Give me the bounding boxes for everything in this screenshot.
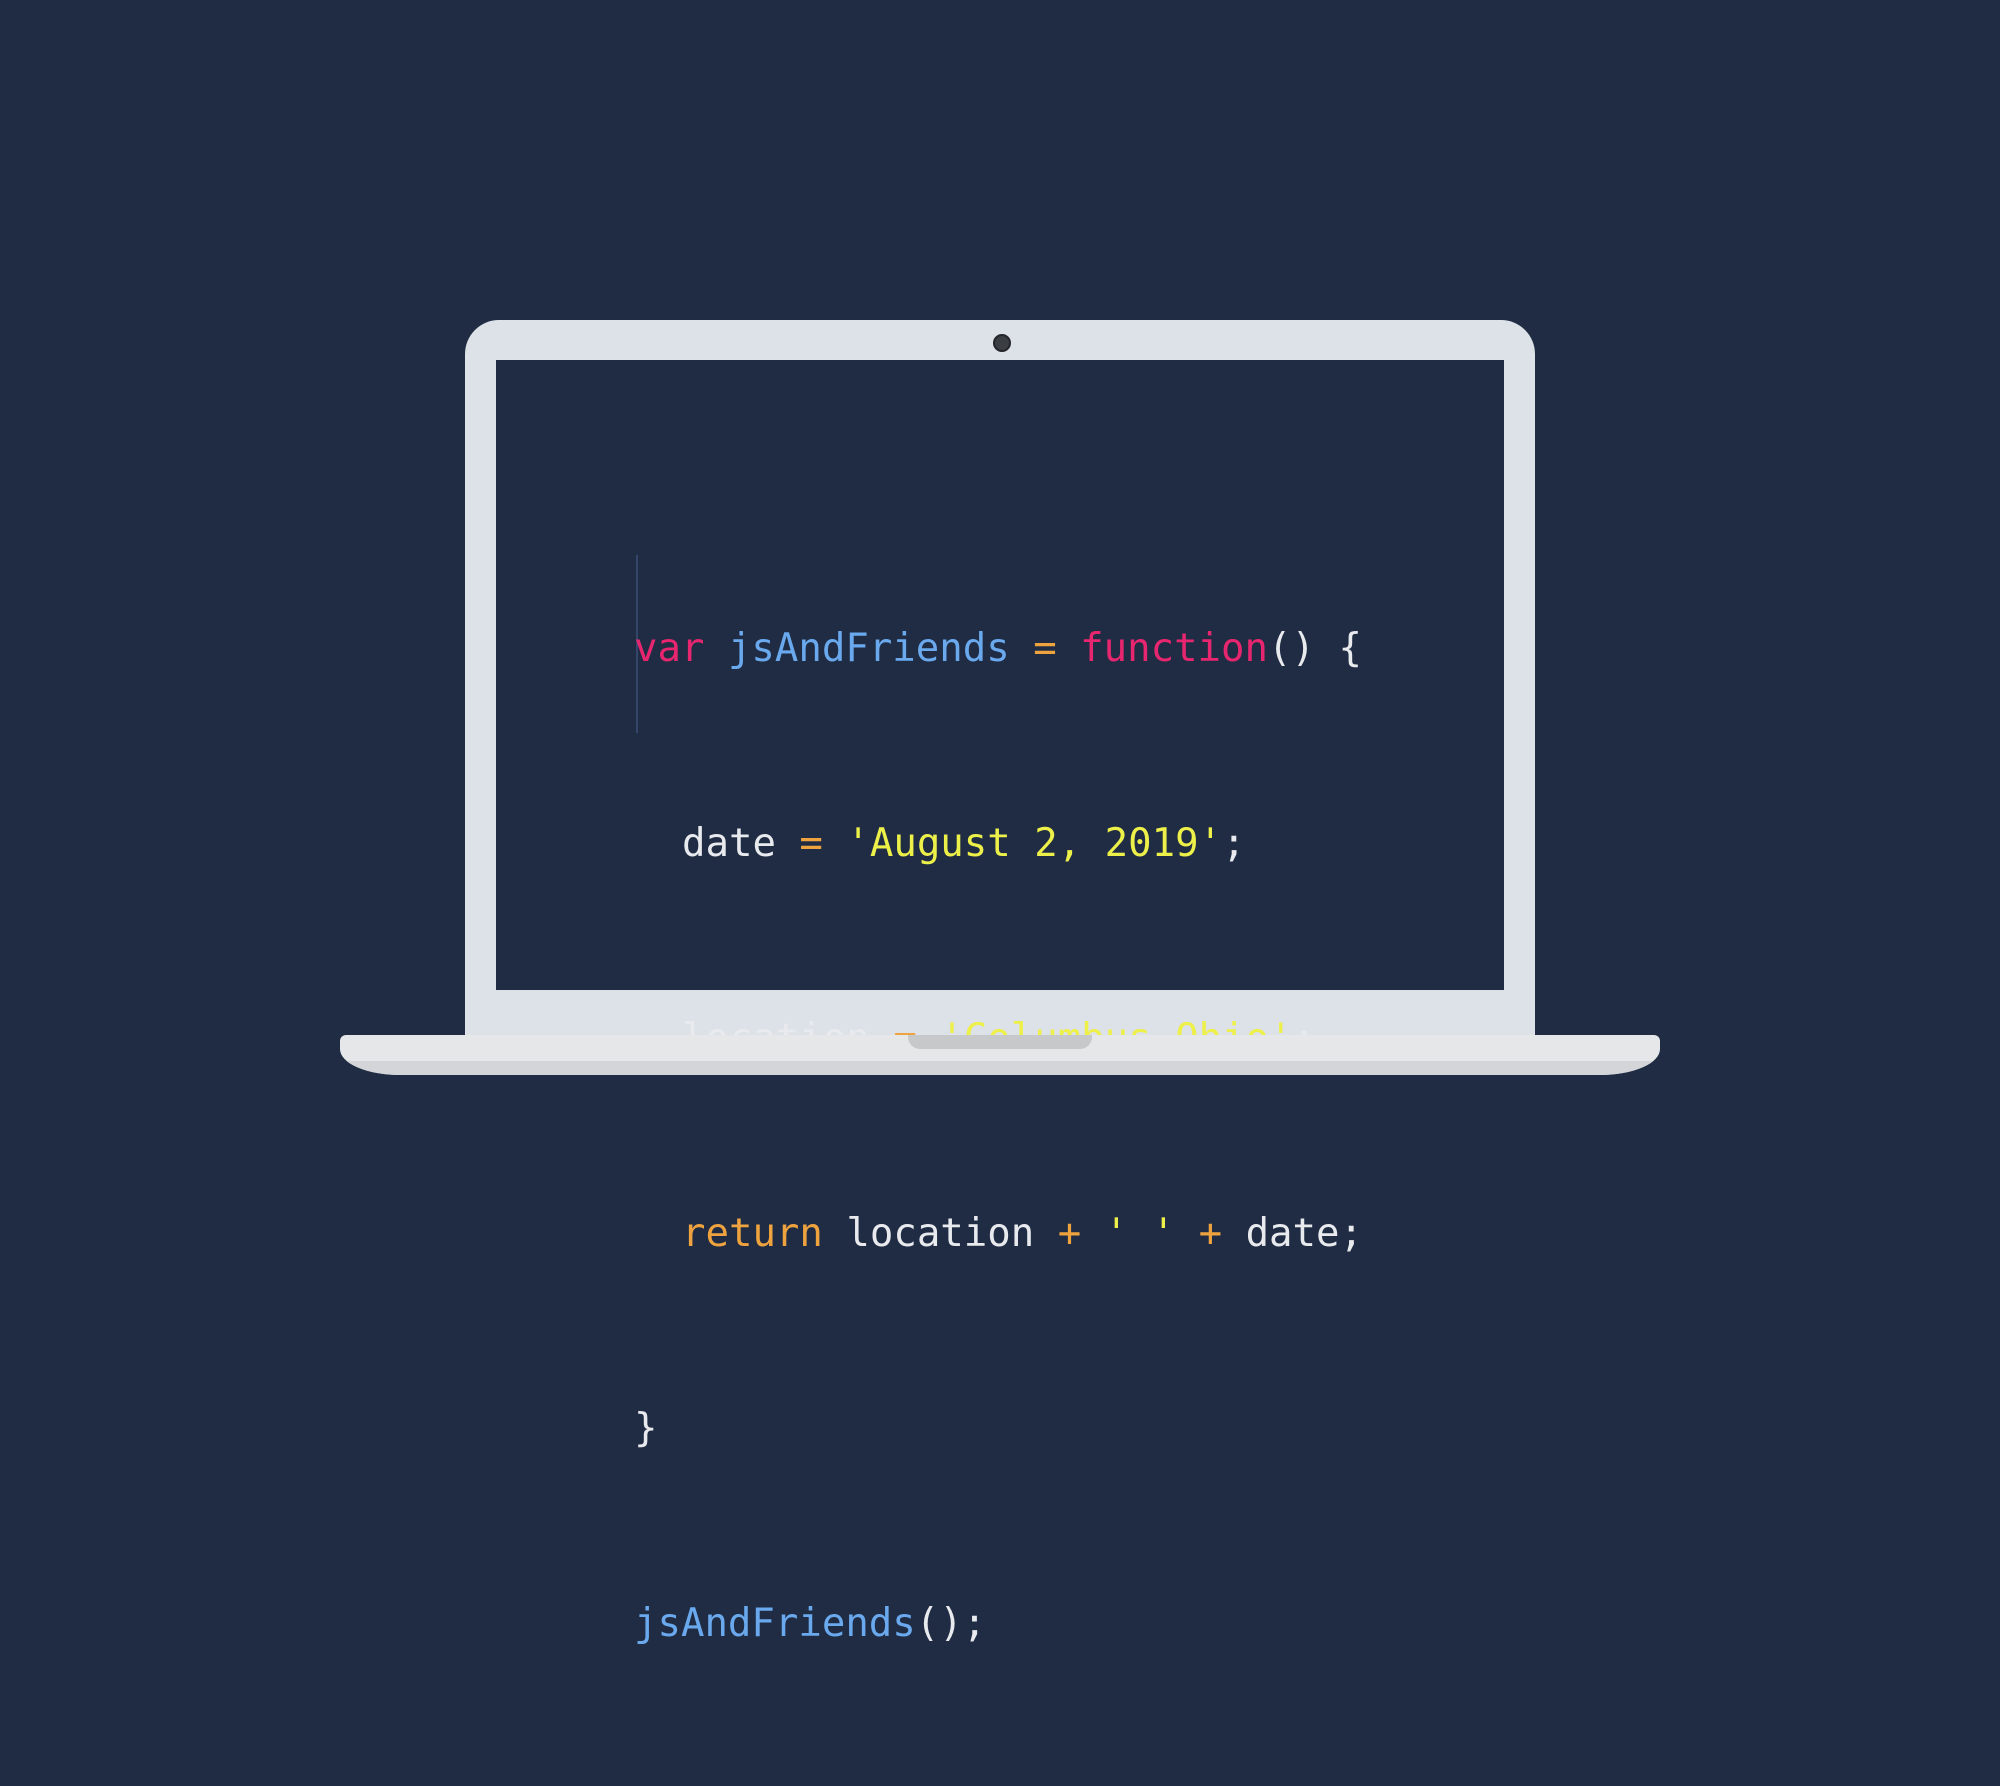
laptop-screen: var jsAndFriends = function() { date = '… xyxy=(496,360,1504,1646)
identifier-date: date xyxy=(1245,1211,1340,1256)
semicolon: ; xyxy=(1222,821,1246,866)
semicolon: ; xyxy=(1339,1211,1363,1256)
code-line-4: return location + ' ' + date; xyxy=(634,1201,1363,1266)
identifier-date: date xyxy=(682,821,776,866)
string-date: 'August 2, 2019' xyxy=(846,821,1223,866)
code-line-1: var jsAndFriends = function() { xyxy=(634,616,1363,681)
function-call-parens: (); xyxy=(915,1601,987,1646)
keyword-return: return xyxy=(682,1211,823,1256)
laptop-base xyxy=(340,1035,1660,1075)
plus-operator: + xyxy=(1057,1211,1082,1256)
code-line-6: jsAndFriends(); xyxy=(634,1591,1363,1656)
code-block: var jsAndFriends = function() { date = '… xyxy=(634,486,1363,1786)
function-call-name: jsAndFriends xyxy=(634,1601,916,1646)
code-line-2: date = 'August 2, 2019'; xyxy=(634,811,1363,876)
assign-operator: = xyxy=(799,821,823,866)
base-shadow xyxy=(340,1061,1660,1075)
plus-operator: + xyxy=(1198,1211,1223,1256)
camera-icon xyxy=(993,334,1011,352)
laptop-lid: var jsAndFriends = function() { date = '… xyxy=(465,320,1535,1646)
code-line-5: } xyxy=(634,1396,1363,1461)
assign-operator: = xyxy=(1033,626,1057,671)
string-space: ' ' xyxy=(1104,1211,1176,1256)
identifier-location: location xyxy=(846,1211,1035,1256)
keyword-var: var xyxy=(634,626,705,671)
closing-brace: } xyxy=(634,1406,658,1451)
keyword-function: function xyxy=(1080,626,1268,671)
function-name: jsAndFriends xyxy=(727,626,1010,671)
function-params: () { xyxy=(1268,626,1362,671)
trackpad-notch xyxy=(908,1035,1092,1049)
